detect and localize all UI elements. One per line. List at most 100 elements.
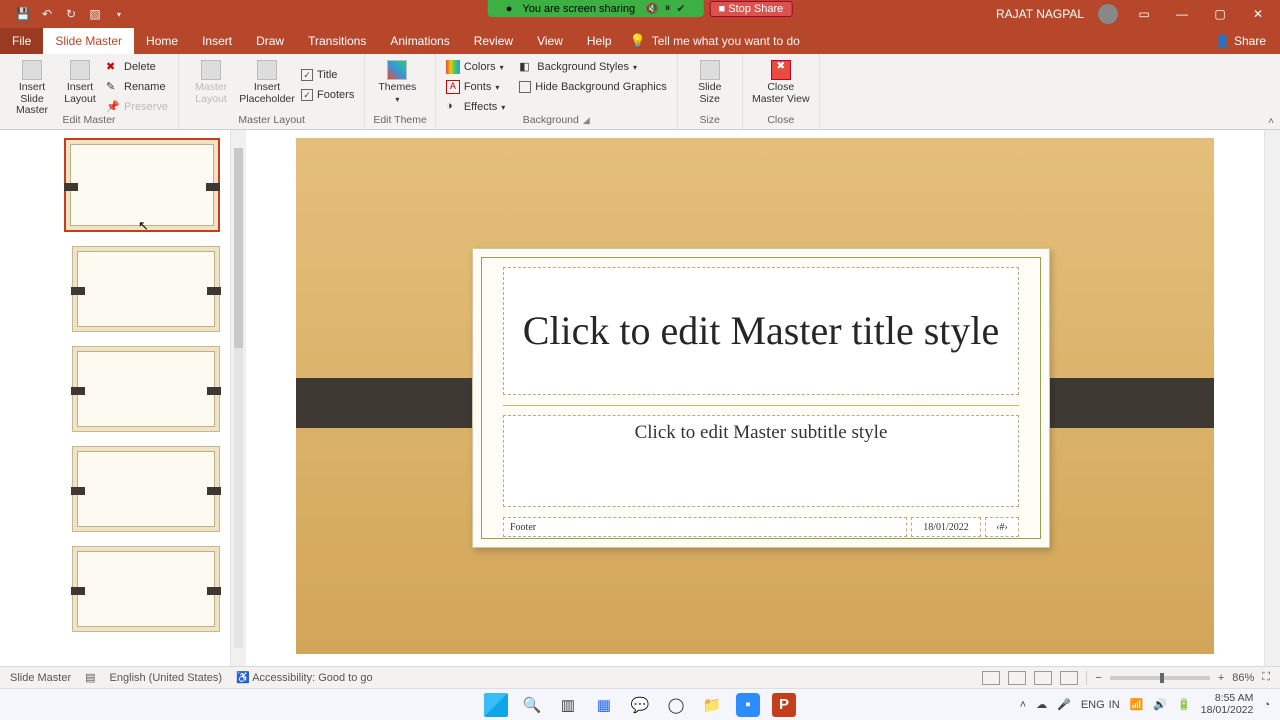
insert-layout-button[interactable]: Insert Layout [60, 58, 100, 107]
group-size: Slide Size Size [678, 54, 743, 129]
ribbon-display-icon[interactable]: ▭ [1132, 7, 1156, 21]
tab-transitions[interactable]: Transitions [296, 28, 378, 54]
volume-icon[interactable]: 🔊 [1153, 698, 1167, 711]
date-placeholder[interactable]: 18/01/2022 [911, 517, 981, 537]
insert-slide-master-button[interactable]: Insert Slide Master [8, 58, 56, 119]
powerpoint-taskbar-icon[interactable]: P [772, 693, 796, 717]
tray-chevron-icon[interactable]: ˄ [1020, 699, 1026, 711]
share-check-icon[interactable]: ✔ [676, 2, 685, 15]
system-clock[interactable]: 8:55 AM 18/01/2022 [1201, 693, 1254, 715]
slideshow-view-button[interactable] [1060, 671, 1078, 685]
zoom-in-button[interactable]: + [1218, 672, 1224, 684]
title-checkbox[interactable]: ✓Title [299, 66, 356, 84]
slide-master-page[interactable]: Click to edit Master title style Click t… [296, 138, 1214, 654]
stop-share-button[interactable]: ■ Stop Share [710, 1, 793, 17]
title-placeholder[interactable]: Click to edit Master title style [503, 267, 1019, 395]
layout-thumbnail-3[interactable] [72, 446, 220, 532]
tab-review[interactable]: Review [462, 28, 525, 54]
tab-insert[interactable]: Insert [190, 28, 244, 54]
share-mute-icon[interactable]: 🔇 [645, 2, 659, 15]
account-name[interactable]: RAJAT NAGPAL [996, 7, 1084, 21]
share-pause-icon[interactable]: ⏸ [665, 2, 671, 15]
master-thumbnail[interactable]: ↖ [64, 138, 220, 232]
status-view[interactable]: Slide Master [10, 672, 71, 684]
tab-animations[interactable]: Animations [378, 28, 461, 54]
task-view-icon[interactable]: ▥ [556, 693, 580, 717]
zoom-slider[interactable] [1110, 676, 1210, 680]
battery-icon[interactable]: 🔋 [1177, 698, 1191, 711]
background-dialog-launcher[interactable]: ◢ [583, 115, 590, 125]
tab-help[interactable]: Help [575, 28, 624, 54]
share-icon: 👤 [1215, 34, 1230, 48]
slide-number-placeholder[interactable]: ‹#› [985, 517, 1019, 537]
zoom-level[interactable]: 86% [1232, 672, 1254, 684]
colors-button[interactable]: Colors▾ [444, 58, 507, 76]
widgets-icon[interactable]: ▦ [592, 693, 616, 717]
layout-thumbnail-2[interactable] [72, 346, 220, 432]
fit-to-window-button[interactable]: ⛶ [1262, 671, 1270, 684]
minimize-button[interactable]: — [1170, 7, 1194, 21]
tell-me-label: Tell me what you want to do [652, 34, 800, 48]
search-icon[interactable]: 🔍 [520, 693, 544, 717]
main-area: ↖ Click to edit Master title style Click… [0, 130, 1280, 666]
file-explorer-icon[interactable]: 📁 [700, 693, 724, 717]
accessibility-quick-icon[interactable]: ▤ [85, 671, 95, 684]
tray-lang2[interactable]: IN [1109, 699, 1120, 711]
tab-home[interactable]: Home [134, 28, 190, 54]
background-styles-button[interactable]: ◧Background Styles▾ [517, 58, 668, 76]
fonts-button[interactable]: AFonts▾ [444, 78, 507, 96]
undo-icon[interactable]: ↶ [40, 7, 54, 21]
close-master-view-button[interactable]: ✖ Close Master View [751, 58, 811, 107]
wifi-icon[interactable]: 📶 [1130, 698, 1144, 711]
slide-size-button[interactable]: Slide Size [686, 58, 734, 107]
insert-layout-icon [70, 60, 90, 80]
save-icon[interactable]: 💾 [16, 7, 30, 21]
tab-file[interactable]: File [0, 28, 43, 54]
redo-icon[interactable]: ↻ [64, 7, 78, 21]
footer-placeholder[interactable]: Footer [503, 517, 907, 537]
zoom-app-icon[interactable]: ▪ [736, 693, 760, 717]
collapse-ribbon-button[interactable]: ˄ [1268, 116, 1274, 127]
rename-button[interactable]: ✎Rename [104, 78, 170, 96]
hide-bg-checkbox[interactable]: Hide Background Graphics [517, 78, 668, 96]
start-button[interactable] [484, 693, 508, 717]
tab-slide-master[interactable]: Slide Master [43, 28, 134, 54]
quick-access-toolbar: 💾 ↶ ↻ ▧ ▾ [0, 7, 126, 21]
notifications-icon[interactable]: ◔ [1263, 699, 1270, 711]
status-language[interactable]: English (United States) [110, 672, 223, 684]
group-label-edit-theme: Edit Theme [373, 114, 427, 127]
account-avatar[interactable] [1098, 4, 1118, 24]
screen-sharing-pill[interactable]: ● You are screen sharing 🔇 ⏸ ✔ [488, 0, 704, 17]
zoom-out-button[interactable]: − [1095, 672, 1101, 684]
delete-button[interactable]: ✖Delete [104, 58, 170, 76]
footers-checkbox[interactable]: ✓Footers [299, 86, 356, 104]
layout-thumbnail-4[interactable] [72, 546, 220, 632]
chat-icon[interactable]: 💬 [628, 693, 652, 717]
thumbnail-scrollbar[interactable] [230, 130, 246, 666]
tray-lang1[interactable]: ENG [1081, 699, 1105, 711]
share-button[interactable]: 👤 Share [1201, 28, 1280, 54]
onedrive-icon[interactable]: ☁ [1036, 698, 1047, 711]
group-label-background: Background◢ [444, 114, 669, 127]
layout-thumbnail-1[interactable] [72, 246, 220, 332]
canvas-scrollbar[interactable] [1264, 130, 1280, 666]
reading-view-button[interactable] [1034, 671, 1052, 685]
status-accessibility[interactable]: ♿ Accessibility: Good to go [236, 671, 373, 684]
start-from-beginning-icon[interactable]: ▧ [88, 7, 102, 21]
close-window-button[interactable]: ✕ [1246, 7, 1270, 21]
rename-icon: ✎ [106, 80, 120, 94]
sorter-view-button[interactable] [1008, 671, 1026, 685]
subtitle-placeholder[interactable]: Click to edit Master subtitle style [503, 415, 1019, 507]
tab-view[interactable]: View [525, 28, 575, 54]
qat-more-icon[interactable]: ▾ [112, 7, 126, 21]
tab-draw[interactable]: Draw [244, 28, 296, 54]
decor-bar-right [1028, 378, 1214, 428]
insert-placeholder-button[interactable]: Insert Placeholder [239, 58, 295, 107]
normal-view-button[interactable] [982, 671, 1000, 685]
screen-share-banner: ● You are screen sharing 🔇 ⏸ ✔ ■ Stop Sh… [488, 0, 793, 17]
tell-me-search[interactable]: 💡 Tell me what you want to do [630, 28, 800, 54]
chrome-icon[interactable]: ◯ [664, 693, 688, 717]
themes-button[interactable]: Themes ▾ [373, 58, 421, 106]
mic-icon[interactable]: 🎤 [1057, 698, 1071, 711]
maximize-button[interactable]: ▢ [1208, 7, 1232, 21]
